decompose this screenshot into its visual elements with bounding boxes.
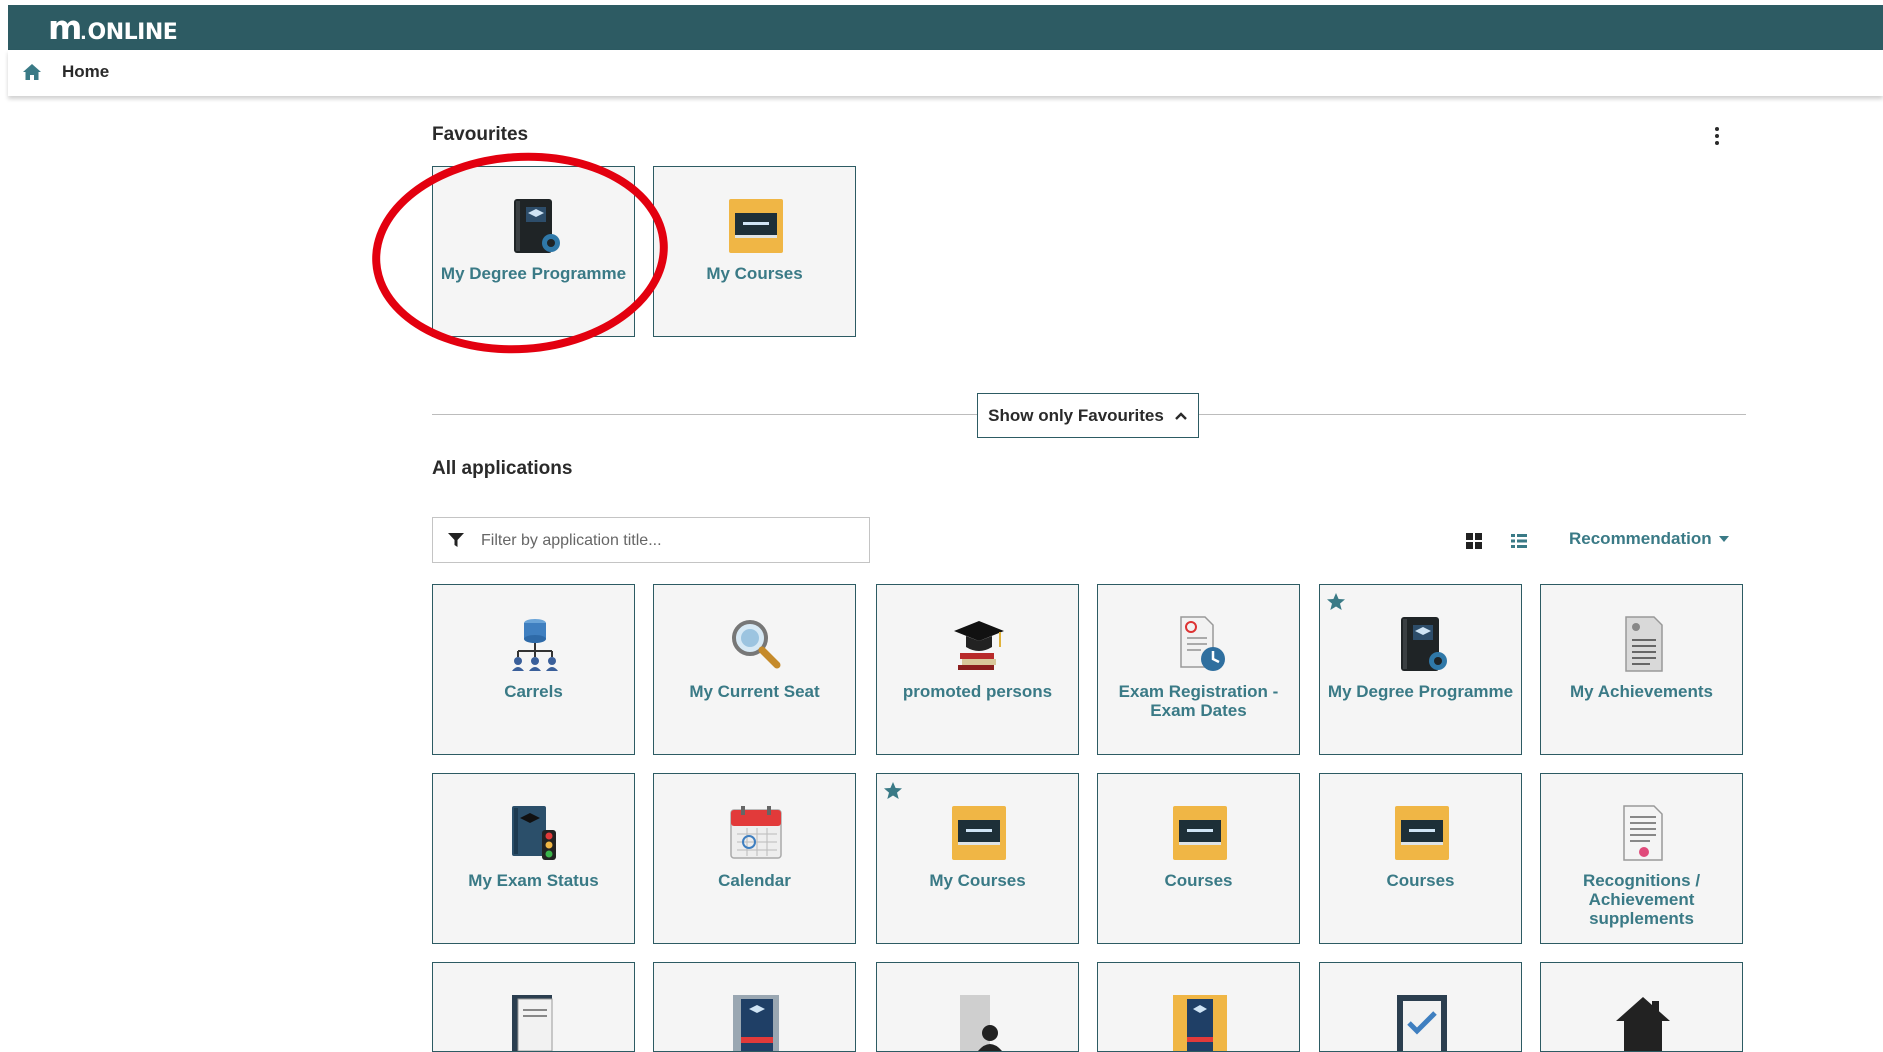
list-view-icon[interactable] [1510,532,1528,550]
caret-down-icon [1718,536,1729,542]
app-tile-partial[interactable] [1319,962,1522,1052]
degree-programme-book-icon [514,199,560,253]
tile-label: Recognitions / Achievement supplements [1582,871,1701,928]
logo-word: ONLINE [87,20,178,45]
book-icon [733,995,779,1051]
tile-label: My Degree Programme [1327,682,1514,701]
app-tile-my-courses[interactable]: My Courses [876,773,1079,944]
tile-label: My Degree Programme [440,264,627,283]
carrels-network-icon [512,619,558,671]
all-applications-title: All applications [432,458,573,479]
document-icon [512,995,553,1051]
app-tile-partial[interactable] [653,962,856,1052]
person-icon [960,995,1002,1051]
degree-programme-book-icon [1401,617,1447,671]
app-tile-promoted-persons[interactable]: promoted persons [876,584,1079,755]
achievements-document-icon [1625,616,1663,672]
app-tile-my-exam-status[interactable]: My Exam Status [432,773,635,944]
courses-board-icon [729,199,783,253]
tile-label: My Courses [929,871,1026,890]
home-icon[interactable] [22,62,42,82]
fav-tile-my-degree-programme[interactable]: My Degree Programme [432,166,635,337]
favourite-star-icon[interactable] [883,781,903,801]
logo-mark: m [48,8,82,47]
sort-label: Recommendation [1569,529,1712,548]
app-tile-partial[interactable] [1097,962,1300,1052]
app-logo[interactable]: m. ONLINE [48,8,178,47]
favourites-title: Favourites [432,124,529,145]
magnifier-icon [732,620,781,669]
app-tile-exam-registration[interactable]: Exam Registration - Exam Dates [1097,584,1300,755]
more-options-icon[interactable] [1712,127,1722,147]
chevron-up-icon [1174,411,1187,420]
show-only-favourites-label: Show only Favourites [988,405,1164,425]
app-tile-partial[interactable] [432,962,635,1052]
app-tile-partial[interactable] [1540,962,1743,1052]
show-only-favourites-button[interactable]: Show only Favourites [977,393,1199,438]
courses-board-icon [1173,806,1227,860]
tile-label: promoted persons [902,682,1053,701]
graduation-cap-icon [954,621,1004,670]
filter-input[interactable] [479,526,863,556]
recognition-certificate-icon [1623,805,1663,861]
fav-tile-my-courses[interactable]: My Courses [653,166,856,337]
tile-label: Courses [1386,871,1455,890]
app-tile-recognitions[interactable]: Recognitions / Achievement supplements [1540,773,1743,944]
tile-label: My Achievements [1570,682,1713,701]
tile-label: My Exam Status [468,871,599,890]
house-icon [1616,997,1670,1051]
grid-view-icon[interactable] [1465,532,1483,550]
app-tile-courses[interactable]: Courses [1097,773,1300,944]
app-tile-my-current-seat[interactable]: My Current Seat [653,584,856,755]
sort-dropdown[interactable]: Recommendation [1569,529,1730,549]
exam-document-clock-icon [1180,616,1225,671]
breadcrumb-home[interactable]: Home [62,62,109,82]
calendar-icon [730,806,782,859]
courses-board-icon [1395,806,1449,860]
filter-box [432,517,870,563]
exam-status-traffic-light-icon [512,806,556,860]
app-tile-calendar[interactable]: Calendar [653,773,856,944]
breadcrumb: Home [8,50,1883,96]
tile-label: Exam Registration - Exam Dates [1118,682,1279,720]
tile-label: Carrels [504,682,563,701]
favourite-star-icon[interactable] [1326,592,1346,612]
courses-board-icon [952,806,1006,860]
app-tile-partial[interactable] [876,962,1079,1052]
app-tile-my-achievements[interactable]: My Achievements [1540,584,1743,755]
top-bar: m. ONLINE [8,5,1883,50]
orange-book-icon [1173,995,1227,1051]
app-tile-my-degree-programme[interactable]: My Degree Programme [1319,584,1522,755]
app-tile-carrels[interactable]: Carrels [432,584,635,755]
filter-funnel-icon [448,533,464,547]
tile-label: Calendar [718,871,791,890]
checklist-icon [1397,995,1447,1051]
tile-label: Courses [1164,871,1233,890]
tile-label: My Current Seat [689,682,820,701]
app-tile-courses-2[interactable]: Courses [1319,773,1522,944]
tile-label: My Courses [706,264,803,283]
